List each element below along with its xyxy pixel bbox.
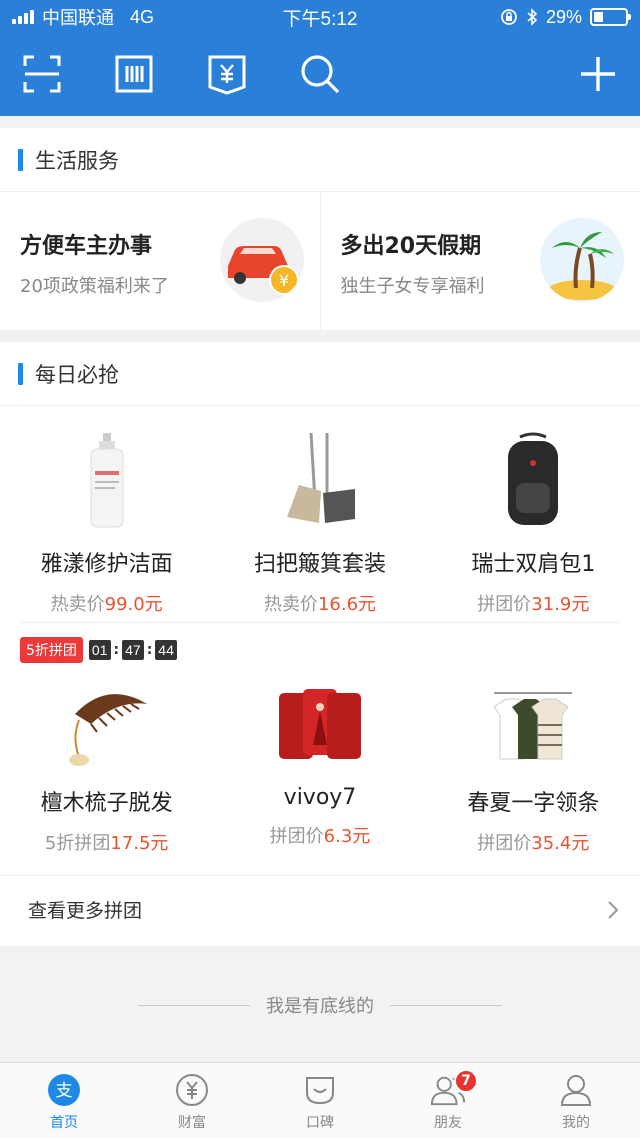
tab-home[interactable]: 支 首页 (0, 1063, 128, 1138)
product-image (427, 426, 640, 536)
bluetooth-icon (527, 8, 538, 26)
countdown-hours: 01 (88, 640, 111, 660)
search-icon[interactable] (298, 52, 342, 96)
countdown-minutes: 47 (122, 640, 144, 660)
product-name: 雅漾修护洁面 (40, 552, 173, 577)
scan-icon[interactable] (20, 52, 64, 96)
service-card-car[interactable]: 方便车主办事 20项政策福利来了 ¥ (0, 192, 320, 330)
signal-icon (12, 10, 34, 24)
countdown-timer: 01: 47: 44 (88, 640, 177, 660)
product-image (427, 675, 640, 775)
car-icon: ¥ (219, 218, 304, 302)
product-price: 热卖价99.0元 (50, 594, 163, 615)
view-more-label: 查看更多拼团 (28, 900, 143, 922)
carrier-label: 中国联通 (42, 8, 114, 28)
clock: 下午5:12 (282, 8, 358, 30)
koubei-icon (302, 1072, 338, 1108)
wallet-icon[interactable] (205, 52, 249, 96)
product-price: 5折拼团17.5元 (44, 833, 169, 854)
section-title: 生活服务 (35, 148, 119, 173)
tab-label: 我的 (562, 1115, 590, 1131)
rotation-lock-icon (501, 9, 517, 25)
section-title: 每日必抢 (35, 362, 119, 387)
section-header: 每日必抢 (0, 342, 640, 406)
view-more-group-buy[interactable]: 查看更多拼团 (0, 875, 640, 943)
end-of-list-text: 我是有底线的 (266, 996, 374, 1017)
countdown-seconds: 44 (155, 640, 177, 660)
chevron-right-icon (608, 900, 619, 919)
status-bar: 中国联通 4G 下午5:12 29% (0, 0, 640, 34)
product-card[interactable]: vivoy7 拼团价6.3元 (213, 675, 426, 855)
product-name: vivoy7 (283, 785, 357, 810)
wealth-icon (174, 1072, 210, 1108)
tab-label: 财富 (178, 1115, 206, 1131)
product-name: 檀木梳子脱发 (40, 791, 173, 816)
service-card-holiday[interactable]: 多出20天假期 独生子女专享福利 (319, 192, 640, 330)
product-price: 拼团价35.4元 (477, 833, 590, 854)
tab-label: 口碑 (306, 1115, 334, 1131)
tab-mine[interactable]: 我的 (512, 1063, 640, 1138)
top-bar: 中国联通 4G 下午5:12 29% (0, 0, 640, 116)
product-price: 热卖价16.6元 (263, 594, 377, 615)
home-toolbar (0, 46, 640, 102)
product-name: 瑞士双肩包1 (471, 552, 596, 577)
alipay-icon: 支 (46, 1072, 82, 1108)
product-card[interactable]: 春夏一字领条 拼团价35.4元 (427, 675, 640, 855)
notification-badge: 7 (454, 1069, 478, 1093)
network-label: 4G (130, 6, 155, 27)
product-image (0, 426, 213, 536)
svg-text:支: 支 (56, 1081, 73, 1101)
product-card[interactable]: 瑞士双肩包1 拼团价31.9元 (427, 426, 640, 622)
product-card[interactable]: 雅漾修护洁面 热卖价99.0元 (0, 426, 213, 622)
end-of-list-note: 我是有底线的 (0, 948, 640, 1062)
promo-badge: 5折拼团 (20, 637, 83, 663)
palm-tree-icon (540, 218, 624, 302)
product-name: 扫把簸箕套装 (253, 552, 386, 577)
section-header: 生活服务 (0, 128, 640, 192)
product-price: 拼团价31.9元 (477, 594, 590, 615)
battery-icon (590, 8, 631, 26)
profile-icon (558, 1072, 594, 1108)
product-image (213, 675, 426, 775)
tab-label: 朋友 (434, 1115, 462, 1131)
product-image (0, 675, 213, 775)
svg-text:¥: ¥ (278, 271, 288, 290)
barcode-pay-icon[interactable] (112, 52, 156, 96)
life-services-section: 生活服务 方便车主办事 20项政策福利来了 ¥ 多出20天假期 独生子女专享福利 (0, 128, 640, 330)
daily-deals-section: 每日必抢 雅漾修护洁面 热卖价99.0元 扫把簸箕套装 热卖价16.6元 瑞士双… (0, 342, 640, 946)
product-image (213, 426, 426, 536)
group-buy-tags: 5折拼团 01: 47: 44 (20, 637, 177, 663)
tab-label: 首页 (50, 1115, 78, 1131)
bottom-tab-bar: 支 首页 财富 口碑 朋友 7 我的 (0, 1062, 640, 1138)
add-icon[interactable] (576, 52, 620, 96)
product-card[interactable]: 扫把簸箕套装 热卖价16.6元 (213, 426, 426, 622)
tab-wealth[interactable]: 财富 (128, 1063, 256, 1138)
tab-friends[interactable]: 朋友 7 (384, 1063, 512, 1138)
tab-koubei[interactable]: 口碑 (256, 1063, 384, 1138)
product-price: 拼团价6.3元 (269, 826, 371, 847)
product-name: 春夏一字领条 (467, 791, 600, 816)
product-card[interactable]: 檀木梳子脱发 5折拼团17.5元 (0, 675, 213, 855)
battery-percent: 29% (545, 6, 582, 27)
